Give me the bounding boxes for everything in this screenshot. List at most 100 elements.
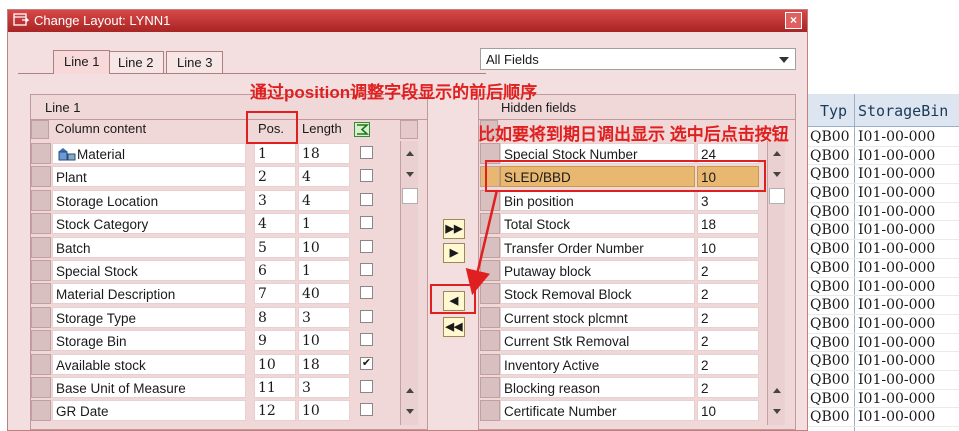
scroll-down-icon[interactable]	[406, 172, 414, 177]
background-list-row[interactable]: QB00 I01-00-000	[808, 334, 959, 353]
background-list-row[interactable]: QB00 I01-00-000	[808, 352, 959, 371]
storage-bin-cell: I01-00-000	[858, 129, 936, 145]
storage-bin-cell: I01-00-000	[858, 166, 936, 183]
typ-cell: QB00	[810, 334, 850, 351]
storage-bin-cell: I01-00-000	[858, 241, 936, 258]
column-header-storage-bin[interactable]: StorageBin	[858, 102, 948, 120]
hidden-field-name-cell: Certificate Number	[500, 400, 695, 422]
scroll-up-icon[interactable]	[406, 388, 414, 393]
background-list-row[interactable]: QB00 I01-00-000	[808, 165, 959, 185]
right-scroll-thumb[interactable]	[769, 188, 785, 204]
row-selector[interactable]	[480, 353, 500, 375]
background-list-row[interactable]: QB00 I01-00-000	[808, 371, 959, 390]
hidden-field-name-cell: Current Stk Removal	[500, 330, 695, 352]
hidden-field-name-cell: Total Stock	[500, 213, 695, 235]
storage-bin-cell: I01-00-000	[858, 409, 936, 426]
hidden-field-length-cell: 2	[697, 377, 759, 398]
move-all-right-button[interactable]: ▶▶	[443, 219, 465, 239]
row-selector[interactable]	[480, 306, 500, 328]
hidden-field-length-cell: 10	[697, 236, 759, 258]
hidden-field-row[interactable]: Inventory Active 2	[0, 353, 770, 376]
hidden-field-name-cell: Putaway block	[500, 260, 695, 281]
background-list-row[interactable]: QB00 I01-00-000	[808, 240, 959, 259]
hidden-field-row[interactable]: Current stock plcmnt 2	[0, 306, 770, 329]
hidden-field-row[interactable]: Certificate Number 10	[0, 399, 770, 422]
title-bar[interactable]: Change Layout: LYNN1 ×	[8, 10, 807, 32]
fields-filter-select[interactable]: All Fields	[480, 48, 796, 70]
scroll-up-icon[interactable]	[406, 151, 414, 156]
column-header-typ[interactable]: Typ	[820, 102, 847, 120]
background-list-row[interactable]: QB00 I01-00-000	[808, 315, 959, 334]
row-selector[interactable]	[480, 236, 500, 258]
row-selector[interactable]	[480, 330, 500, 352]
move-all-left-button[interactable]: ◀◀	[443, 317, 465, 337]
hidden-field-row[interactable]: Putaway block 2	[0, 259, 770, 282]
left-scrollbar[interactable]	[400, 141, 418, 425]
typ-cell: QB00	[810, 185, 850, 202]
line-1-panel-title: Line 1	[45, 100, 81, 115]
hidden-field-row[interactable]: Transfer Order Number 10	[0, 236, 770, 259]
background-list-row[interactable]: QB00 I01-00-000	[808, 278, 959, 297]
background-list-row[interactable]: QB00 I01-00-000	[808, 408, 959, 427]
typ-cell: QB00	[810, 315, 850, 332]
scroll-up-icon[interactable]	[773, 151, 781, 156]
background-list-row[interactable]: QB00 I01-00-000	[808, 259, 959, 278]
right-scrollbar[interactable]	[767, 141, 785, 425]
storage-bin-cell: I01-00-000	[858, 203, 936, 220]
tab-line-1[interactable]: Line 1	[53, 50, 111, 74]
annotation-box-pos	[246, 111, 298, 144]
column-header-length[interactable]: Length	[302, 118, 342, 139]
typ-cell: QB00	[810, 297, 850, 314]
row-selector[interactable]	[480, 377, 500, 398]
hidden-field-row[interactable]: Total Stock 18	[0, 212, 770, 235]
background-list-row[interactable]: QB00 I01-00-000	[808, 128, 959, 147]
tab-line-3[interactable]: Line 3	[166, 51, 224, 73]
row-selector[interactable]	[480, 260, 500, 281]
typ-cell: QB00	[810, 129, 850, 145]
scroll-down-icon[interactable]	[773, 409, 781, 414]
typ-cell: QB00	[810, 278, 850, 295]
background-list-row[interactable]: QB00 I01-00-000	[808, 390, 959, 409]
hidden-field-length-cell: 18	[697, 213, 759, 235]
background-list-row[interactable]: QB00 I01-00-000	[808, 147, 959, 166]
annotation-right: 比如要将到期日调出显示 选中后点击按钮	[478, 125, 789, 144]
storage-bin-cell: I01-00-000	[858, 315, 936, 332]
storage-bin-cell: I01-00-000	[858, 259, 936, 276]
hidden-field-row[interactable]: Current Stk Removal 2	[0, 329, 770, 352]
storage-bin-cell: I01-00-000	[858, 353, 936, 370]
hidden-field-length-cell: 2	[697, 306, 759, 328]
row-selector[interactable]	[480, 213, 500, 235]
background-list-row[interactable]: QB00 I01-00-000	[808, 296, 959, 315]
layout-icon	[13, 13, 29, 26]
row-selector[interactable]	[480, 283, 500, 305]
scroll-down-icon[interactable]	[773, 172, 781, 177]
background-list-row[interactable]: QB00 I01-00-000	[808, 221, 959, 241]
hidden-field-row[interactable]: Bin position 3	[0, 189, 770, 212]
scroll-up-icon[interactable]	[773, 388, 781, 393]
annotation-top: 通过position调整字段显示的前后顺序	[250, 83, 538, 102]
row-selector[interactable]	[480, 400, 500, 422]
dialog-title: Change Layout: LYNN1	[34, 13, 171, 28]
storage-bin-cell: I01-00-000	[858, 222, 936, 239]
row-selector[interactable]	[480, 189, 500, 211]
background-list-row[interactable]: QB00 I01-00-000	[808, 184, 959, 203]
hidden-field-row[interactable]: Stock Removal Block 2	[0, 282, 770, 305]
background-list: Typ StorageBin QB00 I01-00-000 QB00 I01-00-…	[808, 94, 959, 431]
storage-bin-cell: I01-00-000	[858, 334, 936, 351]
tab-line-2[interactable]: Line 2	[107, 51, 165, 73]
column-header-content[interactable]: Column content	[55, 118, 146, 139]
storage-bin-cell: I01-00-000	[858, 371, 936, 388]
annotation-box-move-left	[430, 284, 476, 314]
move-right-button[interactable]: ▶	[443, 243, 465, 263]
typ-cell: QB00	[810, 259, 850, 276]
hidden-field-row[interactable]: Blocking reason 2	[0, 376, 770, 399]
close-button[interactable]: ×	[785, 12, 802, 29]
select-all-cell[interactable]	[31, 120, 49, 139]
left-scroll-thumb[interactable]	[402, 188, 418, 204]
hidden-field-name-cell: Transfer Order Number	[500, 236, 695, 258]
typ-cell: QB00	[810, 353, 850, 370]
column-settings-icon[interactable]	[354, 122, 370, 137]
background-list-row[interactable]: QB00 I01-00-000	[808, 203, 959, 222]
typ-cell: QB00	[810, 166, 850, 183]
scroll-down-icon[interactable]	[406, 409, 414, 414]
